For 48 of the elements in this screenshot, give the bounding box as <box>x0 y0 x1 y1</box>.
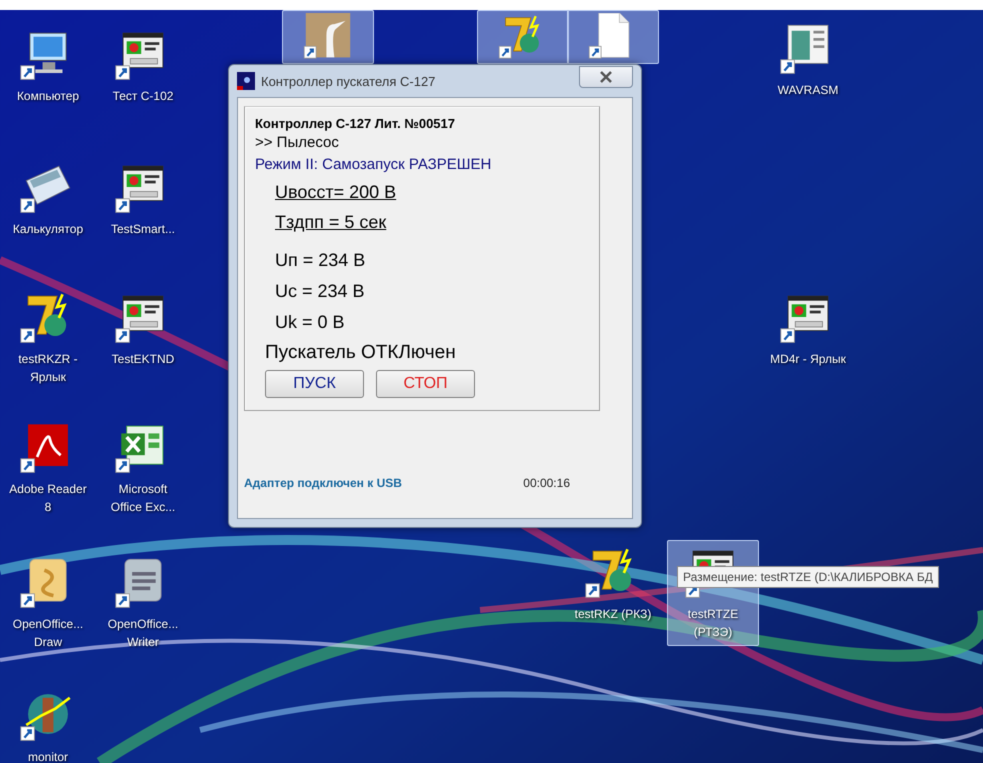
desktop-icon[interactable]: Microsoft Office Exc... <box>97 415 189 521</box>
icon-label: Microsoft Office Exc... <box>110 481 176 516</box>
desktop-icon[interactable]: TestSmart... <box>97 155 189 243</box>
desktop-icon[interactable]: Калькулятор <box>2 155 94 243</box>
connection-status: Адаптер подключен к USB <box>244 476 402 490</box>
icon-label: monitor <box>26 749 69 763</box>
desktop-icon[interactable] <box>282 10 374 64</box>
icon-label: Adobe Reader 8 <box>8 481 88 516</box>
stop-button[interactable]: СТОП <box>376 370 475 398</box>
device-name: >> Пылесос <box>255 133 340 153</box>
mode-text: Режим II: Самозапуск РАЗРЕШЕН <box>255 155 492 175</box>
starter-state: Пускатель ОТКЛючен <box>265 341 457 365</box>
desktop-icon[interactable]: Тест С-102 <box>97 22 189 110</box>
icon-label: MD4r - Ярлык <box>769 351 847 368</box>
window-title: Контроллер пускателя С-127 <box>261 74 436 88</box>
voltage-reading: Uc = 234 В <box>275 280 366 303</box>
setting-link[interactable]: Тздпп = 5 сек <box>275 207 386 237</box>
desktop-icon[interactable]: Компьютер <box>2 22 94 110</box>
icon-label: TestEKTND <box>110 351 176 368</box>
desktop-icon[interactable]: TestEKTND <box>97 285 189 373</box>
icon-label: TestSmart... <box>110 221 176 238</box>
icon-label: testRKZR - Ярлык <box>17 351 79 386</box>
icon-label: Калькулятор <box>12 221 84 238</box>
close-button[interactable] <box>579 66 633 88</box>
icon-label: WAVRASM <box>776 82 840 99</box>
desktop-icon[interactable]: Adobe Reader 8 <box>2 415 94 521</box>
desktop-icon[interactable]: WAVRASM <box>762 16 854 104</box>
voltage-reading: Uп = 234 В <box>275 249 366 272</box>
desktop-icon[interactable]: monitor <box>2 683 94 763</box>
start-button[interactable]: ПУСК <box>265 370 364 398</box>
desktop-icon[interactable]: OpenOffice... Draw <box>2 550 94 656</box>
desktop-icon[interactable]: MD4r - Ярлык <box>762 285 854 373</box>
desktop-icon[interactable]: testRKZ (РКЗ) <box>567 540 659 628</box>
icon-label: Компьютер <box>16 88 80 105</box>
desktop-icon[interactable] <box>477 10 569 64</box>
app-icon <box>237 72 255 90</box>
setting-link[interactable]: Uвосст= 200 В <box>275 177 396 207</box>
controller-header: Контроллер С-127 Лит. №00517 <box>255 115 456 133</box>
icon-label: OpenOffice... Draw <box>12 616 84 651</box>
elapsed-time: 00:00:16 <box>523 476 570 490</box>
desktop-icon[interactable]: testRKZR - Ярлык <box>2 285 94 391</box>
tooltip: Размещение: testRTZE (D:\КАЛИБРОВКА БД <box>677 566 939 588</box>
desktop-icon[interactable] <box>567 10 659 64</box>
icon-label: testRTZE (РТЗЭ) <box>686 606 740 641</box>
close-icon <box>599 71 613 83</box>
icon-label: Тест С-102 <box>112 88 174 105</box>
icon-label: testRKZ (РКЗ) <box>574 606 652 623</box>
voltage-reading: Uk = 0 В <box>275 311 346 334</box>
